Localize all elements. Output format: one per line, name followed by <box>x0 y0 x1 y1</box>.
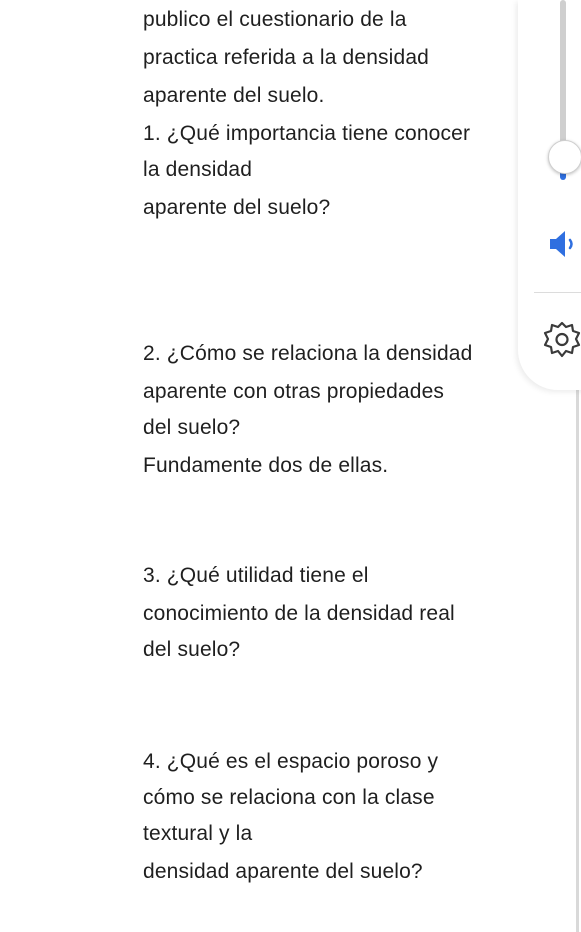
speaker-icon[interactable] <box>546 228 581 260</box>
doc-line: publico el cuestionario de la <box>143 8 407 31</box>
volume-slider-track[interactable] <box>560 0 566 158</box>
question-3-line: conocimiento de la densidad real <box>143 602 455 625</box>
doc-line: aparente del suelo. <box>143 84 325 107</box>
question-4-line: cómo se relaciona con la clase <box>143 786 435 809</box>
question-2-line: aparente con otras propiedades <box>143 380 445 403</box>
question-3-line: 3. ¿Qué utilidad tiene el <box>143 564 369 587</box>
volume-slider-thumb[interactable] <box>548 140 581 174</box>
doc-line: practica referida a la densidad <box>143 46 429 69</box>
volume-panel <box>518 0 581 390</box>
question-4-line: densidad aparente del suelo? <box>143 860 423 883</box>
question-2-line: del suelo? <box>143 416 241 439</box>
question-1-line: la densidad <box>143 158 253 181</box>
question-2-line: 2. ¿Cómo se relaciona la densidad <box>143 342 473 365</box>
question-2-line: Fundamente dos de ellas. <box>143 454 389 477</box>
question-4-line: 4. ¿Qué es el espacio poroso y <box>143 750 439 773</box>
question-1-line: 1. ¿Qué importancia tiene conocer <box>143 122 471 145</box>
document-text: publico el cuestionario de la practica r… <box>143 0 573 932</box>
question-1-line: aparente del suelo? <box>143 196 331 219</box>
question-3-line: del suelo? <box>143 638 241 661</box>
panel-divider <box>534 292 581 293</box>
page-edge-divider <box>576 380 579 932</box>
question-4-line: textural y la <box>143 822 253 845</box>
gear-icon[interactable] <box>542 320 581 360</box>
